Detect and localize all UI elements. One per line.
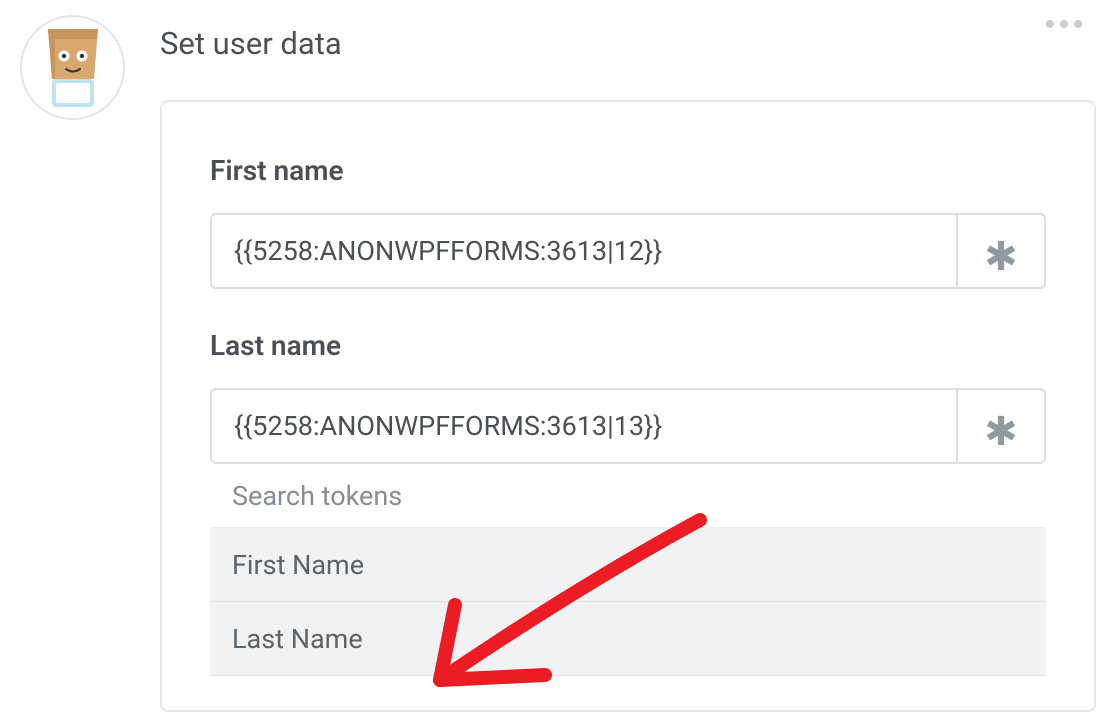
- asterisk-icon: ✱: [984, 412, 1018, 452]
- ellipsis-icon: [1074, 20, 1082, 28]
- asterisk-icon: ✱: [984, 237, 1018, 277]
- last-name-label: Last name: [210, 329, 1046, 362]
- first-name-label: First name: [210, 154, 1046, 187]
- ellipsis-icon: [1046, 20, 1054, 28]
- token-search-input[interactable]: Search tokens: [210, 464, 1046, 528]
- first-name-input[interactable]: [210, 213, 956, 289]
- card-title: Set user data: [160, 25, 1096, 62]
- ellipsis-icon: [1060, 20, 1068, 28]
- token-option-last-name[interactable]: Last Name: [210, 602, 1046, 676]
- last-name-input[interactable]: [210, 388, 956, 464]
- avatar-bag-icon: [44, 29, 102, 107]
- avatar: [20, 15, 125, 120]
- field-first-name: First name ✱: [210, 154, 1046, 289]
- form-panel: First name ✱ Last name ✱: [160, 100, 1096, 712]
- field-last-name: Last name ✱ Search tokens First Name Las…: [210, 329, 1046, 676]
- token-options-list: First Name Last Name: [210, 528, 1046, 676]
- token-option-first-name[interactable]: First Name: [210, 528, 1046, 602]
- first-name-token-button[interactable]: ✱: [956, 213, 1046, 289]
- more-options-button[interactable]: [1038, 12, 1090, 36]
- token-dropdown: Search tokens First Name Last Name: [210, 464, 1046, 676]
- last-name-token-button[interactable]: ✱: [956, 388, 1046, 464]
